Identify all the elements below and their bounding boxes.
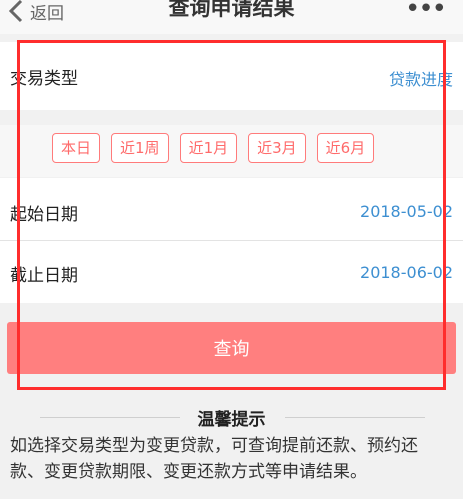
tips-body: 如选择交易类型为变更贷款，可查询提前还款、预约还款、变更贷款期限、变更还款方式等… xyxy=(10,436,418,482)
transaction-type-row[interactable]: 交易类型 贷款进度 xyxy=(0,42,463,110)
page-title: 查询申请结果 xyxy=(168,0,295,20)
start-date-value[interactable]: 2018-05-02 xyxy=(360,202,453,221)
range-today-button[interactable]: 本日 xyxy=(52,133,101,163)
transaction-type-label: 交易类型 xyxy=(10,69,78,89)
divider xyxy=(285,417,425,418)
end-date-label: 截止日期 xyxy=(10,266,78,286)
more-menu-icon[interactable]: ••• xyxy=(405,0,447,24)
range-1week-button[interactable]: 近1周 xyxy=(111,133,169,163)
top-nav-bar: 返回 查询申请结果 ••• xyxy=(0,0,463,34)
end-date-value[interactable]: 2018-06-02 xyxy=(360,263,453,282)
start-date-row[interactable]: 起始日期 2018-05-02 xyxy=(0,178,463,240)
quick-range-group: 本日 近1周 近1月 近3月 近6月 xyxy=(52,133,375,163)
range-6month-button[interactable]: 近6月 xyxy=(316,133,375,163)
range-1month-button[interactable]: 近1月 xyxy=(179,133,238,163)
end-date-row[interactable]: 截止日期 2018-06-02 xyxy=(0,241,463,303)
query-button[interactable]: 查询 xyxy=(7,322,456,374)
tips-header: 温馨提示 xyxy=(0,405,463,430)
range-3month-button[interactable]: 近3月 xyxy=(248,133,306,163)
start-date-label: 起始日期 xyxy=(10,205,78,225)
transaction-type-value[interactable]: 贷款进度 xyxy=(389,66,453,90)
